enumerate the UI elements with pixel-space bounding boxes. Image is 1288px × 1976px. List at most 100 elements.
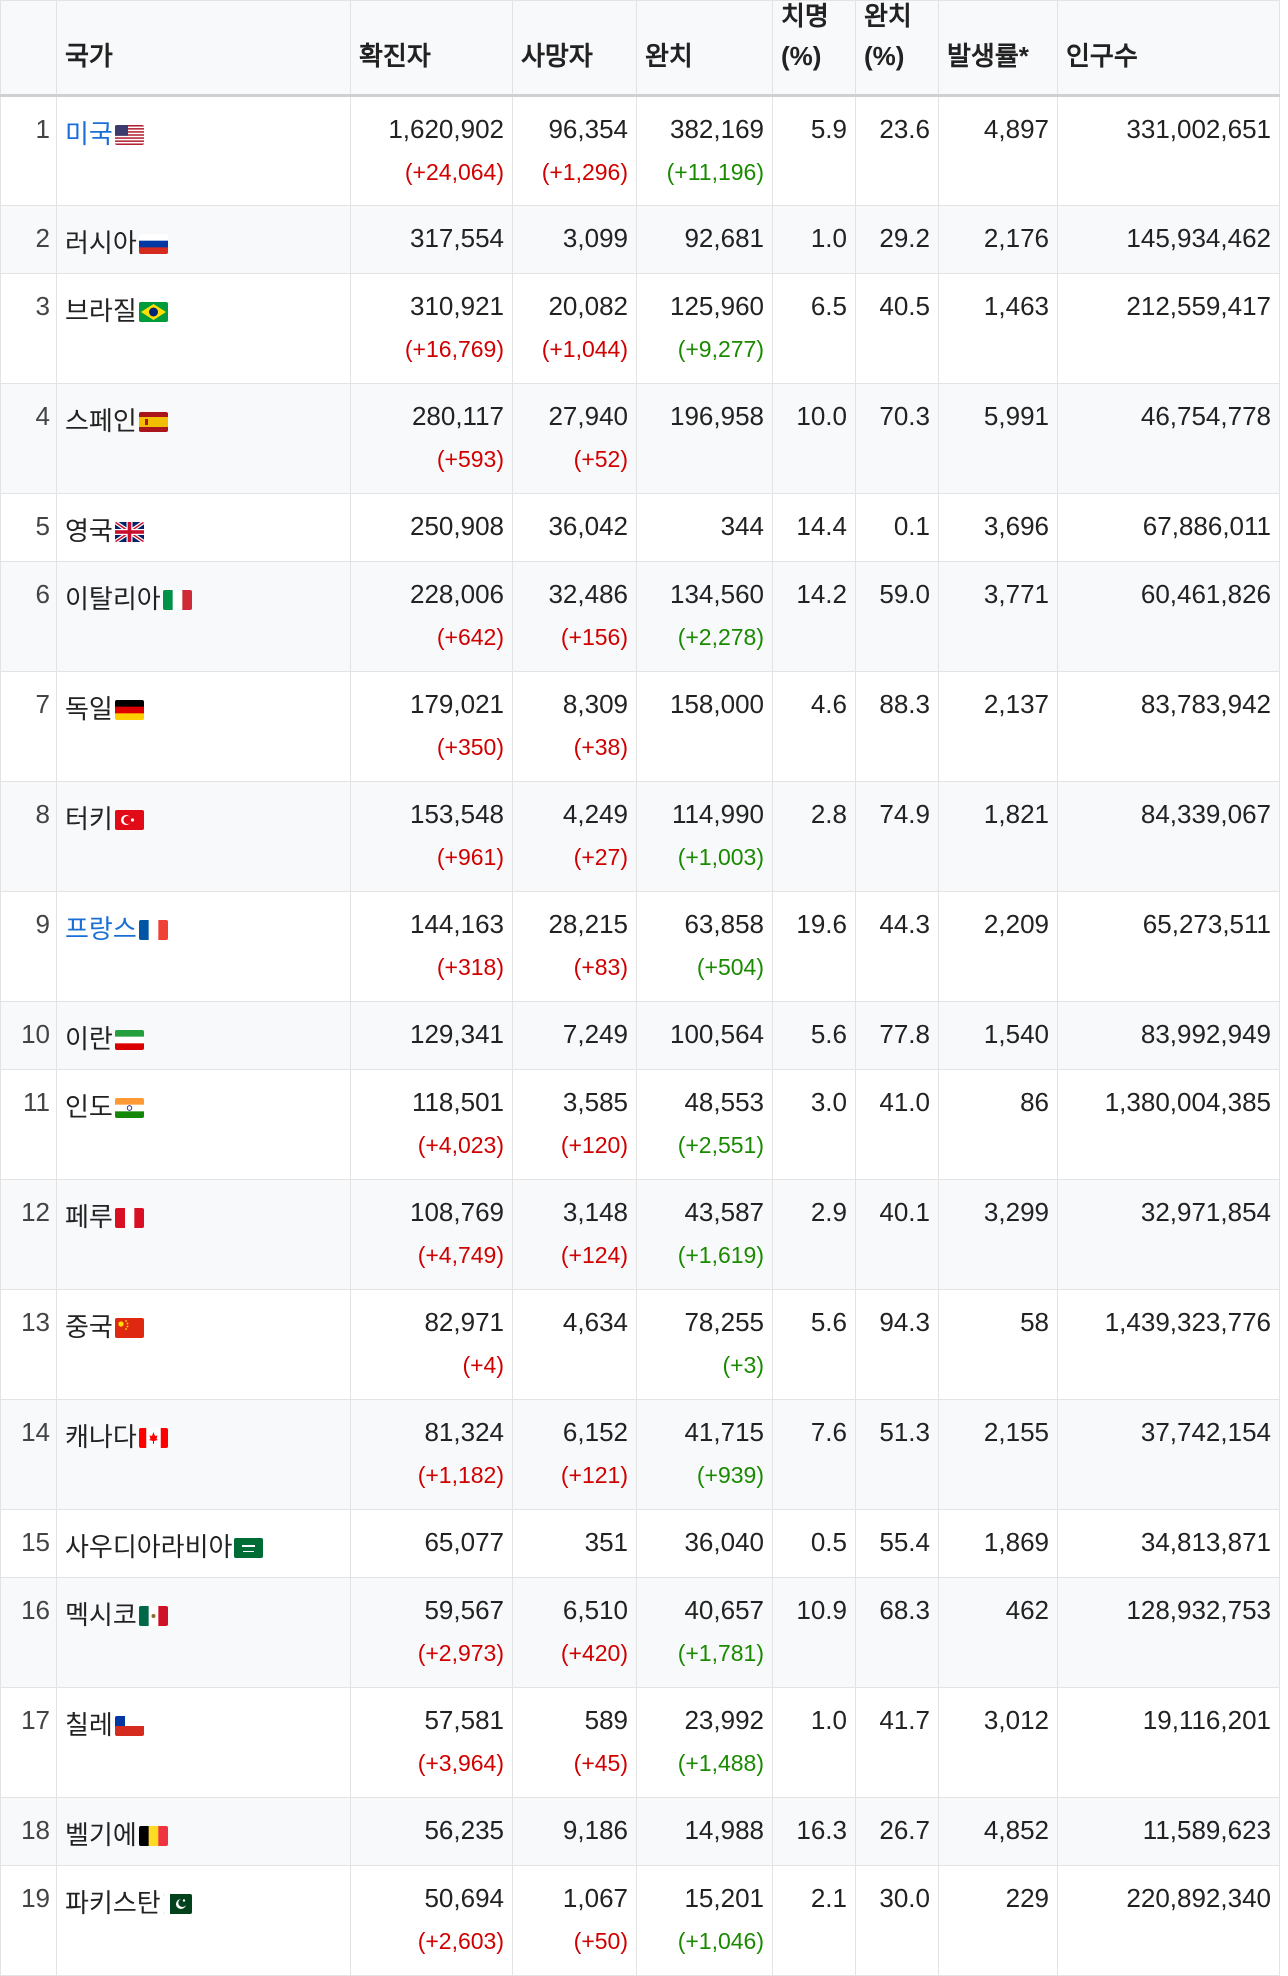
population-count: 1,380,004,385: [1104, 1087, 1271, 1117]
fatality-rate: 7.6: [810, 1417, 847, 1447]
confirmed-change: (+318): [436, 954, 504, 980]
country-cell: 이란: [56, 1001, 351, 1070]
confirmed-count: 317,554: [410, 223, 504, 253]
fatality-cell: 1.0: [772, 1687, 856, 1798]
deaths-count: 4,634: [562, 1307, 628, 1337]
incidence-cell: 3,012: [938, 1687, 1058, 1798]
incidence-rate: 1,463: [983, 291, 1049, 321]
table-row: 5 영국 250,908 36,042 344 14.4 0.1 3,696 67,886,0…: [0, 493, 1280, 562]
fatality-cell: 7.6: [772, 1399, 856, 1510]
rank-number: 6: [35, 579, 50, 609]
rank-cell: 16: [0, 1577, 57, 1688]
rank-number: 2: [35, 223, 50, 253]
fatality-cell: 2.9: [772, 1179, 856, 1290]
confirmed-count: 179,021: [410, 689, 504, 719]
incidence-rate: 3,696: [983, 511, 1049, 541]
fatality-rate: 14.2: [796, 579, 847, 609]
recovered-change: (+1,046): [677, 1928, 764, 1954]
country-name: 칠레: [65, 1710, 113, 1740]
incidence-cell: 1,869: [938, 1509, 1058, 1578]
incidence-rate: 3,299: [983, 1197, 1049, 1227]
recovered-change: (+2,551): [677, 1132, 764, 1158]
country-name[interactable]: 프랑스: [65, 914, 137, 944]
population-cell: 37,742,154: [1057, 1399, 1280, 1510]
recovered-change: (+1,003): [677, 844, 764, 870]
recovered-count: 134,560: [670, 579, 764, 609]
deaths-change: (+420): [560, 1640, 628, 1666]
population-cell: 34,813,871: [1057, 1509, 1280, 1578]
deaths-change: (+120): [560, 1132, 628, 1158]
recovered-cell: 382,169 (+11,196): [636, 95, 773, 206]
header-country[interactable]: 국가: [56, 0, 351, 97]
fatality-cell: 2.8: [772, 781, 856, 892]
rank-number: 11: [23, 1087, 50, 1117]
recovered-cell: 92,681: [636, 205, 773, 274]
deaths-count: 36,042: [548, 511, 628, 541]
confirmed-cell: 108,769 (+4,749): [350, 1179, 513, 1290]
confirmed-cell: 118,501 (+4,023): [350, 1069, 513, 1180]
flag-ir-icon: [114, 1030, 144, 1050]
population-count: 46,754,778: [1140, 401, 1271, 431]
deaths-cell: 3,148 (+124): [512, 1179, 637, 1290]
confirmed-change: (+3,964): [417, 1750, 504, 1776]
population-count: 34,813,871: [1140, 1527, 1271, 1557]
deaths-change: (+1,296): [541, 159, 628, 185]
table-row: 14 캐나다 81,324 (+1,182) 6,152 (+121) 41,715 (+93…: [0, 1399, 1280, 1510]
population-cell: 46,754,778: [1057, 383, 1280, 494]
flag-fr-icon: [138, 920, 168, 940]
confirmed-count: 228,006: [410, 579, 504, 609]
country-cell: 페루: [56, 1179, 351, 1290]
population-count: 84,339,067: [1140, 799, 1271, 829]
header-deaths[interactable]: 사망자: [512, 0, 637, 97]
table-row: 18 벨기에 56,235 9,186 14,988 16.3 26.7 4,852 11,58…: [0, 1797, 1280, 1866]
recovery-cell: 55.4: [855, 1509, 939, 1578]
fatality-cell: 2.1: [772, 1865, 856, 1976]
deaths-cell: 4,249 (+27): [512, 781, 637, 892]
recovered-cell: 344: [636, 493, 773, 562]
incidence-cell: 1,463: [938, 273, 1058, 384]
deaths-change: (+124): [560, 1242, 628, 1268]
deaths-cell: 27,940 (+52): [512, 383, 637, 494]
incidence-rate: 5,991: [983, 401, 1049, 431]
recovered-count: 158,000: [670, 689, 764, 719]
incidence-cell: 86: [938, 1069, 1058, 1180]
incidence-rate: 462: [1005, 1595, 1049, 1625]
header-recovery-rate[interactable]: 완치 (%): [855, 0, 939, 97]
country-name[interactable]: 미국: [65, 119, 113, 149]
fatality-rate: 14.4: [796, 511, 847, 541]
deaths-count: 6,152: [562, 1417, 628, 1447]
recovered-change: (+504): [696, 954, 764, 980]
confirmed-cell: 57,581 (+3,964): [350, 1687, 513, 1798]
fatality-rate: 3.0: [810, 1087, 847, 1117]
recovery-cell: 41.0: [855, 1069, 939, 1180]
population-count: 83,992,949: [1140, 1019, 1271, 1049]
recovery-rate: 55.4: [879, 1527, 930, 1557]
country-cell: 미국: [56, 95, 351, 206]
confirmed-count: 56,235: [424, 1815, 504, 1845]
incidence-rate: 4,897: [983, 114, 1049, 144]
recovery-rate: 26.7: [879, 1815, 930, 1845]
header-incidence[interactable]: 발생률*: [938, 0, 1058, 97]
rank-cell: 8: [0, 781, 57, 892]
country-cell: 이탈리아: [56, 561, 351, 672]
deaths-count: 6,510: [562, 1595, 628, 1625]
recovered-count: 41,715: [684, 1417, 764, 1447]
header-population[interactable]: 인구수: [1057, 0, 1280, 97]
confirmed-count: 82,971: [424, 1307, 504, 1337]
incidence-cell: 229: [938, 1865, 1058, 1976]
deaths-cell: 28,215 (+83): [512, 891, 637, 1002]
recovered-cell: 41,715 (+939): [636, 1399, 773, 1510]
header-fatality-rate[interactable]: 치명 (%): [772, 0, 856, 97]
flag-cl-icon: [114, 1716, 144, 1736]
recovery-cell: 41.7: [855, 1687, 939, 1798]
confirmed-cell: 56,235: [350, 1797, 513, 1866]
header-rank: [0, 0, 57, 97]
header-recovered[interactable]: 완치: [636, 0, 773, 97]
incidence-rate: 2,155: [983, 1417, 1049, 1447]
header-confirmed[interactable]: 확진자: [350, 0, 513, 97]
incidence-rate: 3,771: [983, 579, 1049, 609]
flag-it-icon: [162, 590, 192, 610]
recovery-cell: 0.1: [855, 493, 939, 562]
population-cell: 212,559,417: [1057, 273, 1280, 384]
recovery-cell: 68.3: [855, 1577, 939, 1688]
